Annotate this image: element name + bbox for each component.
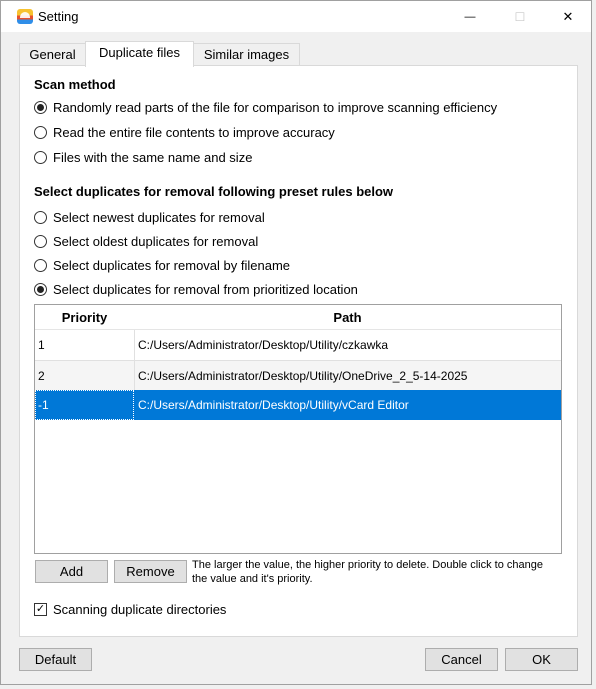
scan-option-entire-file[interactable]: Read the entire file contents to improve… xyxy=(34,125,335,140)
tab-general[interactable]: General xyxy=(19,43,86,66)
tab-similar-images[interactable]: Similar images xyxy=(193,43,300,66)
radio-button-checked[interactable] xyxy=(34,283,47,296)
scan-duplicate-directories-option[interactable]: ✓ Scanning duplicate directories xyxy=(34,602,226,617)
radio-label: Read the entire file contents to improve… xyxy=(53,125,335,140)
column-header-priority[interactable]: Priority xyxy=(35,305,134,330)
remove-button[interactable]: Remove xyxy=(114,560,187,583)
priority-table[interactable]: Priority Path 1 C:/Users/Administrator/D… xyxy=(34,304,562,554)
column-header-path[interactable]: Path xyxy=(134,305,561,330)
radio-label: Select newest duplicates for removal xyxy=(53,210,265,225)
rule-option-oldest[interactable]: Select oldest duplicates for removal xyxy=(34,234,258,249)
minimize-button[interactable]: — xyxy=(447,1,493,32)
duplicate-files-panel: Scan method Randomly read parts of the f… xyxy=(19,65,578,637)
rule-option-filename[interactable]: Select duplicates for removal by filenam… xyxy=(34,258,290,273)
tab-duplicate-files[interactable]: Duplicate files xyxy=(85,41,194,67)
default-button[interactable]: Default xyxy=(19,648,92,671)
radio-button[interactable] xyxy=(34,235,47,248)
window-title: Setting xyxy=(38,9,79,24)
path-cell[interactable]: C:/Users/Administrator/Desktop/Utility/v… xyxy=(135,390,561,420)
radio-button[interactable] xyxy=(34,259,47,272)
scan-option-random-parts[interactable]: Randomly read parts of the file for comp… xyxy=(34,100,497,115)
radio-button[interactable] xyxy=(34,151,47,164)
settings-window: Setting — ☐ ✕ General Duplicate files Si… xyxy=(0,0,592,685)
rule-option-prioritized-location[interactable]: Select duplicates for removal from prior… xyxy=(34,282,358,297)
table-header: Priority Path xyxy=(35,305,561,330)
close-icon: ✕ xyxy=(562,8,574,24)
close-button[interactable]: ✕ xyxy=(545,1,591,32)
scan-method-heading: Scan method xyxy=(34,77,116,92)
table-row[interactable]: 1 C:/Users/Administrator/Desktop/Utility… xyxy=(35,330,561,360)
radio-label: Select duplicates for removal from prior… xyxy=(53,282,358,297)
radio-label: Randomly read parts of the file for comp… xyxy=(53,100,498,115)
checkbox-label: Scanning duplicate directories xyxy=(53,602,227,617)
removal-rules-heading: Select duplicates for removal following … xyxy=(34,184,394,199)
rule-option-newest[interactable]: Select newest duplicates for removal xyxy=(34,210,265,225)
radio-button[interactable] xyxy=(34,211,47,224)
add-button[interactable]: Add xyxy=(35,560,108,583)
path-cell[interactable]: C:/Users/Administrator/Desktop/Utility/c… xyxy=(135,330,561,360)
maximize-button[interactable]: ☐ xyxy=(497,1,543,32)
radio-button[interactable] xyxy=(34,126,47,139)
priority-cell[interactable]: 1 xyxy=(35,330,134,360)
ok-button[interactable]: OK xyxy=(505,648,578,671)
minimize-icon: — xyxy=(464,10,476,23)
title-bar: Setting — ☐ ✕ xyxy=(1,1,591,32)
maximize-icon: ☐ xyxy=(514,9,526,24)
table-row[interactable]: 2 C:/Users/Administrator/Desktop/Utility… xyxy=(35,361,561,391)
table-row-selected[interactable]: -1 C:/Users/Administrator/Desktop/Utilit… xyxy=(35,390,561,420)
cancel-button[interactable]: Cancel xyxy=(425,648,498,671)
priority-cell[interactable]: -1 xyxy=(35,390,134,420)
scan-option-name-size[interactable]: Files with the same name and size xyxy=(34,150,252,165)
checkbox-checked[interactable]: ✓ xyxy=(34,603,47,616)
radio-label: Select duplicates for removal by filenam… xyxy=(53,258,291,273)
radio-label: Files with the same name and size xyxy=(53,150,253,165)
priority-cell[interactable]: 2 xyxy=(35,361,134,391)
radio-button-checked[interactable] xyxy=(34,101,47,114)
radio-label: Select oldest duplicates for removal xyxy=(53,234,259,249)
check-icon: ✓ xyxy=(35,603,46,615)
app-icon xyxy=(17,9,33,24)
priority-hint-text: The larger the value, the higher priorit… xyxy=(192,559,543,585)
path-cell[interactable]: C:/Users/Administrator/Desktop/Utility/O… xyxy=(135,361,561,391)
